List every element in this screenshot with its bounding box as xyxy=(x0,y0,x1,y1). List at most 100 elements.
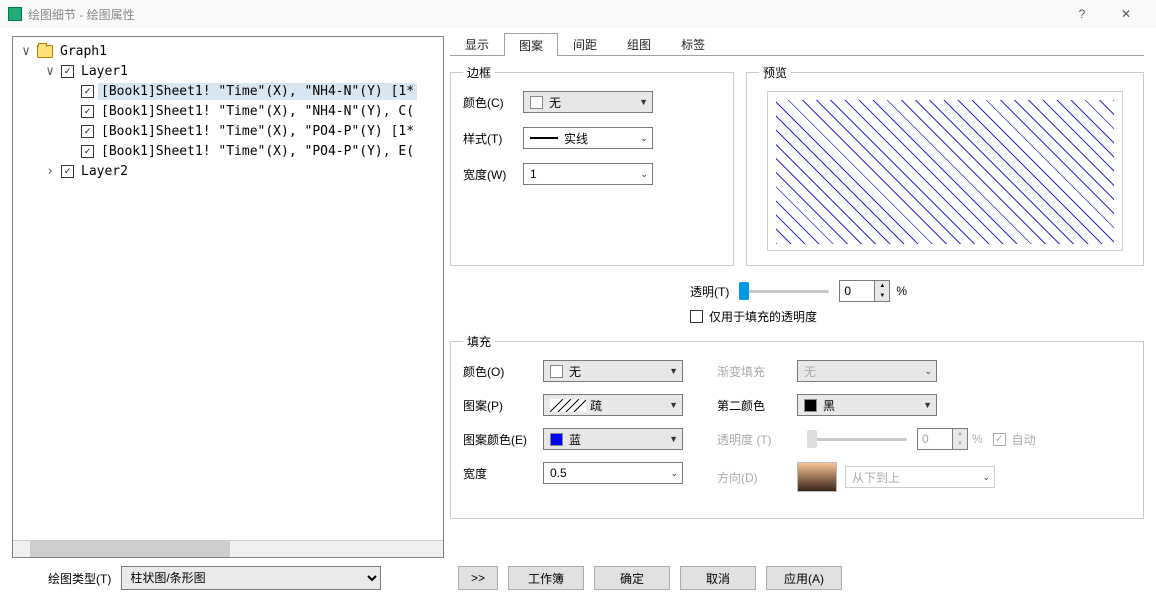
border-style-label: 样式(T) xyxy=(463,130,523,147)
fill-only-label: 仅用于填充的透明度 xyxy=(709,308,817,325)
plot-type-select[interactable]: 柱状图/条形图 xyxy=(121,566,381,590)
transparency-spin[interactable]: ▲▼ xyxy=(839,280,890,302)
checkbox[interactable]: ✓ xyxy=(81,105,94,118)
combo-text: 无 xyxy=(549,94,561,111)
tree-item[interactable]: ✓ [Book1]Sheet1! "Time"(X), "PO4-P"(Y) [… xyxy=(13,121,443,141)
spin-down-icon[interactable]: ▼ xyxy=(875,291,889,301)
transparency-slider[interactable] xyxy=(739,282,829,300)
fill-width-combo[interactable]: 0.5 ⌄ xyxy=(543,462,683,484)
tab-pattern[interactable]: 图案 xyxy=(504,33,558,56)
fill-color-combo[interactable]: 无 ▼ xyxy=(543,360,683,382)
combo-text: 0.5 xyxy=(550,466,567,480)
tree-item[interactable]: ✓ [Book1]Sheet1! "Time"(X), "NH4-N"(Y) [… xyxy=(13,81,443,101)
auto-label: 自动 xyxy=(1012,431,1036,448)
preview-group: 预览 xyxy=(746,64,1144,266)
combo-text: 黑 xyxy=(823,397,835,414)
tree-node-layer2[interactable]: › ✓ Layer2 xyxy=(13,161,443,181)
preview-box xyxy=(767,91,1123,251)
tree-node-graph[interactable]: ∨ Graph1 xyxy=(13,41,443,61)
direction-combo: 从下到上 ⌄ xyxy=(845,466,995,488)
chevron-down-icon: ⌄ xyxy=(982,472,990,483)
chevron-down-icon: ▼ xyxy=(669,366,678,376)
chevron-down-icon: ▼ xyxy=(669,400,678,410)
border-width-combo[interactable]: 1 ⌄ xyxy=(523,163,653,185)
tree-label: Layer2 xyxy=(78,163,131,180)
trans2-slider xyxy=(807,430,907,448)
combo-text: 1 xyxy=(530,167,537,181)
chevron-down-icon: ⌄ xyxy=(640,133,648,144)
color2-combo[interactable]: 黑 ▼ xyxy=(797,394,937,416)
expand-icon[interactable]: ∨ xyxy=(43,64,57,79)
tree-panel: ∨ Graph1 ∨ ✓ Layer1 ✓ [Book1]Sheet1! "Ti… xyxy=(12,36,444,558)
gradient-swatch xyxy=(797,462,837,492)
trans2-pct: % xyxy=(972,432,983,446)
combo-text: 蓝 xyxy=(569,431,581,448)
fill-color-label: 颜色(O) xyxy=(463,363,543,380)
cancel-button[interactable]: 取消 xyxy=(680,566,756,590)
expand-icon[interactable]: › xyxy=(43,164,57,179)
chevron-down-icon: ⌄ xyxy=(924,366,932,377)
ok-button[interactable]: 确定 xyxy=(594,566,670,590)
border-group: 边框 颜色(C) 无 ▼ 样式(T) 实线 ⌄ xyxy=(450,64,734,266)
spin-up-icon: ▲ xyxy=(953,429,967,439)
gradient-label: 渐变填充 xyxy=(717,363,797,380)
fill-patcolor-combo[interactable]: 蓝 ▼ xyxy=(543,428,683,450)
trans2-label: 透明度 (T) xyxy=(717,431,797,448)
fill-only-checkbox[interactable] xyxy=(690,310,703,323)
border-legend: 边框 xyxy=(463,64,495,81)
color2-label: 第二颜色 xyxy=(717,397,797,414)
combo-text: 无 xyxy=(804,363,816,380)
tab-panel[interactable]: 组图 xyxy=(612,32,666,55)
checkbox[interactable]: ✓ xyxy=(81,125,94,138)
tab-display[interactable]: 显示 xyxy=(450,32,504,55)
fill-patcolor-label: 图案颜色(E) xyxy=(463,431,543,448)
chevron-down-icon: ▼ xyxy=(639,97,648,107)
fill-pattern-combo[interactable]: 疏 ▼ xyxy=(543,394,683,416)
auto-checkbox: ✓ xyxy=(993,433,1006,446)
nav-button[interactable]: >> xyxy=(458,566,498,590)
apply-button[interactable]: 应用(A) xyxy=(766,566,842,590)
border-style-combo[interactable]: 实线 ⌄ xyxy=(523,127,653,149)
combo-text: 无 xyxy=(569,363,581,380)
checkbox[interactable]: ✓ xyxy=(81,145,94,158)
gradient-combo[interactable]: 无 ⌄ xyxy=(797,360,937,382)
preview-swatch xyxy=(776,100,1114,244)
checkbox[interactable]: ✓ xyxy=(61,165,74,178)
workbook-button[interactable]: 工作簿 xyxy=(508,566,584,590)
tree-label: [Book1]Sheet1! "Time"(X), "NH4-N"(Y) [1* xyxy=(98,83,417,100)
checkbox[interactable]: ✓ xyxy=(81,85,94,98)
fill-width-label: 宽度 xyxy=(463,465,543,482)
plot-type-label: 绘图类型(T) xyxy=(48,570,111,587)
pattern-preview-icon xyxy=(550,399,586,412)
transparency-input[interactable] xyxy=(840,284,874,298)
trans2-input xyxy=(918,432,952,446)
direction-label: 方向(D) xyxy=(717,469,797,486)
tree-label: [Book1]Sheet1! "Time"(X), "PO4-P"(Y) [1* xyxy=(98,123,417,140)
fill-group: 填充 颜色(O) 无 ▼ 图案(P) xyxy=(450,333,1144,519)
tree-item[interactable]: ✓ [Book1]Sheet1! "Time"(X), "PO4-P"(Y), … xyxy=(13,141,443,161)
transparency-label: 透明(T) xyxy=(690,283,729,300)
tab-spacing[interactable]: 间距 xyxy=(558,32,612,55)
tree-label: Graph1 xyxy=(57,43,110,60)
fill-pattern-label: 图案(P) xyxy=(463,397,543,414)
tree-label: [Book1]Sheet1! "Time"(X), "PO4-P"(Y), E( xyxy=(98,143,417,160)
tree-node-layer1[interactable]: ∨ ✓ Layer1 xyxy=(13,61,443,81)
border-width-label: 宽度(W) xyxy=(463,166,523,183)
combo-text: 疏 xyxy=(590,397,602,414)
tree-label: [Book1]Sheet1! "Time"(X), "NH4-N"(Y), C( xyxy=(98,103,417,120)
tab-labels[interactable]: 标签 xyxy=(666,32,720,55)
tab-bar: 显示 图案 间距 组图 标签 xyxy=(450,32,1144,56)
horizontal-scrollbar[interactable] xyxy=(13,540,443,557)
border-color-combo[interactable]: 无 ▼ xyxy=(523,91,653,113)
combo-text: 实线 xyxy=(564,130,588,147)
trans2-spin: ▲▼ xyxy=(917,428,968,450)
tree-label: Layer1 xyxy=(78,63,131,80)
tree-item[interactable]: ✓ [Book1]Sheet1! "Time"(X), "NH4-N"(Y), … xyxy=(13,101,443,121)
help-button[interactable]: ? xyxy=(1060,0,1104,28)
chevron-down-icon: ▼ xyxy=(669,434,678,444)
expand-icon[interactable]: ∨ xyxy=(19,44,33,59)
spin-up-icon[interactable]: ▲ xyxy=(875,281,889,291)
fill-legend: 填充 xyxy=(463,333,495,350)
close-button[interactable]: ✕ xyxy=(1104,0,1148,28)
checkbox[interactable]: ✓ xyxy=(61,65,74,78)
